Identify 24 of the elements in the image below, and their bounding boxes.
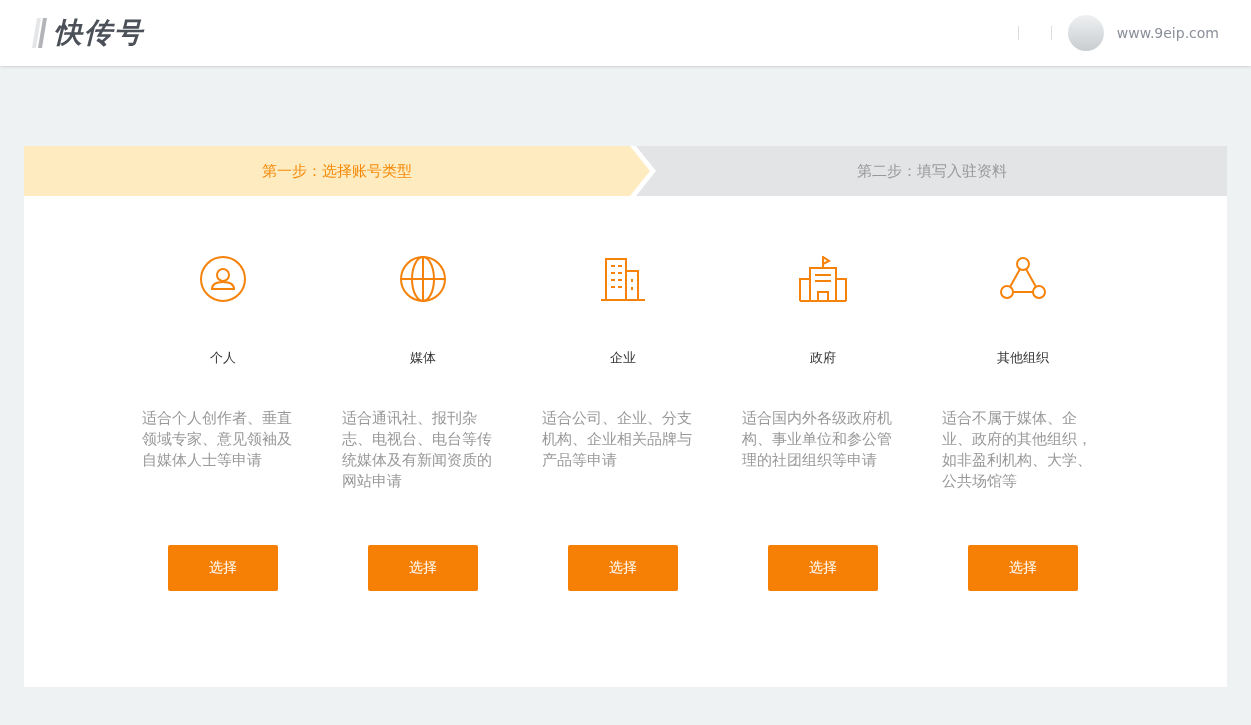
type-title: 企业 (610, 349, 636, 367)
avatar[interactable] (1067, 15, 1104, 51)
globe-icon (399, 255, 447, 303)
type-description: 适合公司、企业、分支机构、企业相关品牌与产品等申请 (542, 407, 693, 471)
logo-stripes-icon (32, 18, 50, 48)
select-button[interactable]: 选择 (168, 544, 278, 591)
logo-text: 快传号 (54, 15, 144, 51)
triangle-nodes-icon (999, 256, 1047, 302)
user-icon (199, 255, 247, 303)
type-description: 适合不属于媒体、企业、政府的其他组织，如非盈利机构、大学、公共场馆等 (942, 407, 1093, 492)
building-icon (600, 257, 646, 301)
type-title: 个人 (210, 349, 236, 367)
select-button[interactable]: 选择 (968, 544, 1078, 591)
type-title: 其他组织 (997, 349, 1049, 367)
select-button[interactable]: 选择 (568, 544, 678, 591)
select-button[interactable]: 选择 (768, 544, 878, 591)
type-title: 媒体 (410, 349, 436, 367)
type-description: 适合国内外各级政府机构、事业单位和参公管理的社团组织等申请 (742, 407, 893, 471)
type-title: 政府 (810, 349, 836, 367)
government-building-icon (799, 256, 847, 302)
select-button[interactable]: 选择 (368, 544, 478, 591)
type-description: 适合通讯社、报刊杂志、电视台、电台等传统媒体及有新闻资质的网站申请 (342, 407, 493, 492)
type-description: 适合个人创作者、垂直领域专家、意见领袖及自媒体人士等申请 (142, 407, 293, 471)
username[interactable]: www.9eip.com (1116, 22, 1219, 44)
